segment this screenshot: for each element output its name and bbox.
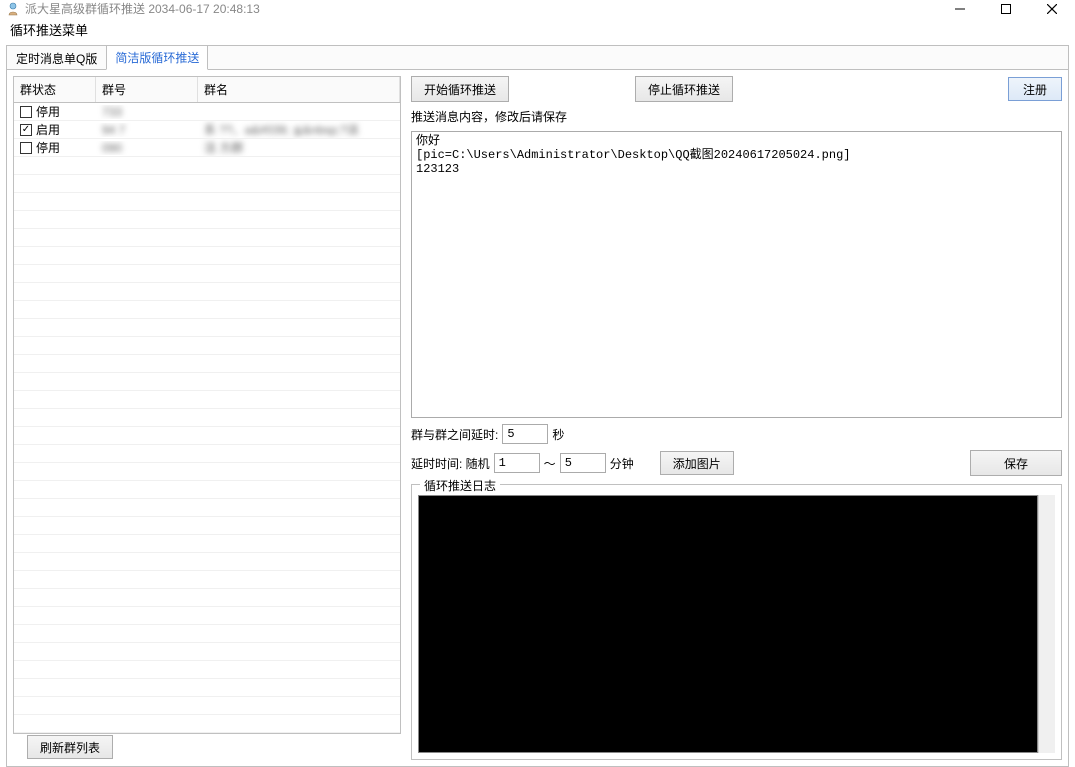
table-row[interactable]: ✓ 启用 94 7 系 ??、a&#039; ≦&nbsp;?派 (14, 121, 400, 139)
table-row (14, 517, 400, 535)
table-row (14, 247, 400, 265)
seconds-label: 秒 (552, 426, 564, 443)
message-content-label: 推送消息内容，修改后请保存 (411, 108, 1062, 125)
table-row (14, 625, 400, 643)
table-row (14, 229, 400, 247)
add-image-button[interactable]: 添加图片 (660, 451, 734, 475)
group-list[interactable]: 群状态 群号 群名 停用 733 ✓ 启用 94 7 系 ??、a&#039; ≦&nb… (13, 76, 401, 734)
table-row (14, 679, 400, 697)
table-row (14, 661, 400, 679)
table-row (14, 445, 400, 463)
tab-simple-loop-push[interactable]: 简洁版循环推送 (106, 45, 208, 70)
table-row (14, 157, 400, 175)
tab-strip: 定时消息单Q版 简洁版循环推送 (7, 46, 1068, 70)
menu-label[interactable]: 循环推送菜单 (0, 17, 1075, 45)
group-list-header: 群状态 群号 群名 (14, 77, 400, 103)
table-row (14, 265, 400, 283)
table-row (14, 715, 400, 733)
delay-max-input[interactable] (560, 453, 606, 473)
row-name: 系 ??、a&#039; ≦&nbsp;?派 (204, 123, 359, 137)
table-row (14, 553, 400, 571)
main-frame: 定时消息单Q版 简洁版循环推送 群状态 群号 群名 停用 733 ✓ 启用 94 7 系… (6, 45, 1069, 767)
table-row[interactable]: 停用 090 活 方群 (14, 139, 400, 157)
content-area: 群状态 群号 群名 停用 733 ✓ 启用 94 7 系 ??、a&#039; ≦&nb… (7, 70, 1068, 766)
register-button[interactable]: 注册 (1008, 77, 1062, 101)
save-button[interactable]: 保存 (970, 450, 1062, 476)
refresh-group-list-button[interactable]: 刷新群列表 (27, 735, 113, 759)
between-delay-label: 群与群之间延时: (411, 426, 498, 443)
log-scrollbar[interactable] (1038, 495, 1055, 753)
delay-min-input[interactable] (494, 453, 540, 473)
window-title: 派大星高级群循环推送 2034-06-17 20:48:13 (25, 0, 937, 17)
log-legend: 循环推送日志 (420, 477, 500, 494)
table-row (14, 319, 400, 337)
table-row (14, 355, 400, 373)
row-number: 090 (102, 141, 122, 155)
log-groupbox: 循环推送日志 (411, 484, 1062, 760)
col-status[interactable]: 群状态 (14, 77, 96, 102)
table-row (14, 427, 400, 445)
row-checkbox[interactable]: ✓ (20, 124, 32, 136)
top-button-row: 开始循环推送 停止循环推送 注册 (411, 76, 1062, 102)
table-row (14, 373, 400, 391)
group-list-body: 停用 733✓启用94 7系 ??、a&#039; ≦&nbsp;?派停用 09… (14, 103, 400, 733)
table-row (14, 211, 400, 229)
table-row (14, 463, 400, 481)
table-row (14, 301, 400, 319)
left-panel: 群状态 群号 群名 停用 733 ✓ 启用 94 7 系 ??、a&#039; ≦&nb… (13, 76, 401, 760)
row-number: 733 (102, 105, 122, 119)
table-row (14, 337, 400, 355)
table-row (14, 499, 400, 517)
row-checkbox[interactable] (20, 106, 32, 118)
table-row (14, 571, 400, 589)
message-content-textarea[interactable] (411, 131, 1062, 418)
stop-loop-push-button[interactable]: 停止循环推送 (635, 76, 733, 102)
between-delay-input[interactable] (502, 424, 548, 444)
table-row (14, 193, 400, 211)
table-row (14, 283, 400, 301)
minutes-label: 分钟 (610, 455, 634, 472)
title-bar: 派大星高级群循环推送 2034-06-17 20:48:13 (0, 0, 1075, 17)
maximize-button[interactable] (983, 0, 1029, 17)
col-number[interactable]: 群号 (96, 77, 198, 102)
tab-timed-single-q[interactable]: 定时消息单Q版 (7, 46, 106, 70)
close-button[interactable] (1029, 0, 1075, 17)
table-row (14, 535, 400, 553)
table-row (14, 607, 400, 625)
row-number: 94 7 (102, 123, 125, 137)
table-row (14, 409, 400, 427)
row-name: 活 方群 (204, 141, 243, 155)
right-panel: 开始循环推送 停止循环推送 注册 推送消息内容，修改后请保存 群与群之间延时: … (411, 76, 1062, 760)
row-status: 停用 (36, 103, 60, 120)
table-row (14, 643, 400, 661)
log-output[interactable] (418, 495, 1038, 753)
start-loop-push-button[interactable]: 开始循环推送 (411, 76, 509, 102)
table-row (14, 697, 400, 715)
col-name[interactable]: 群名 (198, 77, 400, 102)
minimize-button[interactable] (937, 0, 983, 17)
table-row (14, 481, 400, 499)
delay-range-label: 延时时间: 随机 (411, 455, 490, 472)
table-row (14, 391, 400, 409)
row-status: 停用 (36, 139, 60, 156)
table-row[interactable]: 停用 733 (14, 103, 400, 121)
app-icon (6, 2, 20, 16)
table-row (14, 175, 400, 193)
row-checkbox[interactable] (20, 142, 32, 154)
range-separator: ～ (544, 455, 556, 472)
table-row (14, 589, 400, 607)
window-controls (937, 0, 1075, 17)
row-status: 启用 (36, 121, 60, 138)
